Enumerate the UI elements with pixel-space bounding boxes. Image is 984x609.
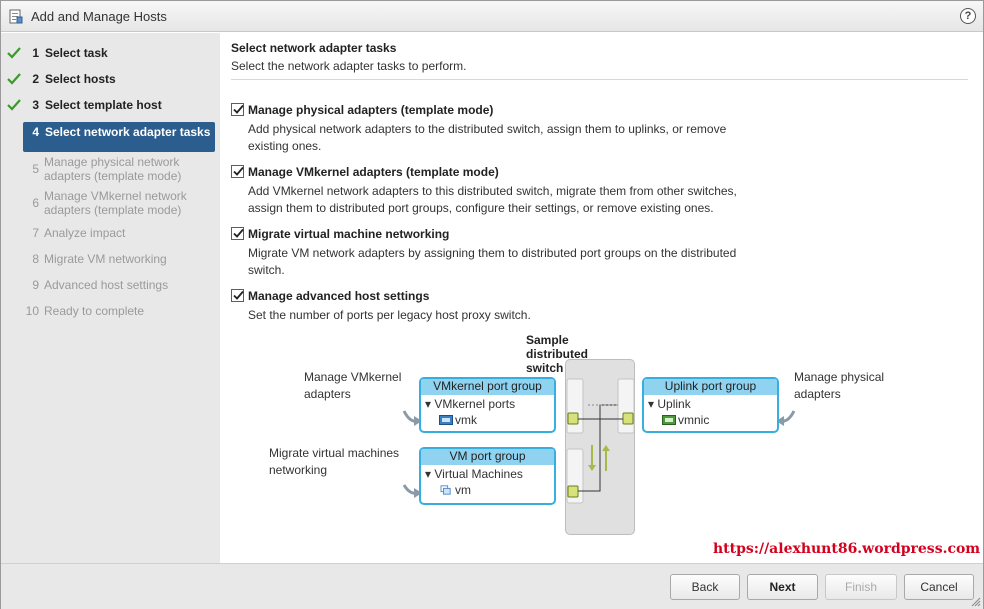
check-icon bbox=[7, 73, 21, 85]
step-label: Advanced host settings bbox=[44, 278, 169, 292]
collapse-triangle-icon: ▾ bbox=[425, 397, 432, 411]
wizard-icon bbox=[9, 9, 23, 24]
watermark-url: https://alexhunt86.wordpress.com bbox=[713, 541, 981, 557]
vmkernel-port-group-header: VMkernel port group bbox=[421, 379, 554, 395]
step-number: 4 bbox=[32, 125, 39, 139]
title-bar: Add and Manage Hosts ? bbox=[1, 1, 983, 32]
check-icon bbox=[7, 47, 21, 59]
step-label: Select task bbox=[45, 46, 108, 60]
step-label: Select template host bbox=[45, 98, 162, 112]
virtual-machines-label: Virtual Machines bbox=[434, 467, 523, 481]
vm-label: vm bbox=[455, 483, 471, 497]
vmnic-label: vmnic bbox=[678, 413, 710, 427]
vm-port-group-header: VM port group bbox=[421, 449, 554, 465]
check-icon bbox=[7, 99, 21, 111]
step-label: Manage VMkernel network adapters (templa… bbox=[44, 189, 187, 217]
uplink-port-group[interactable]: Uplink port group ▾ Uplink vmnic bbox=[642, 377, 779, 433]
step-label: Select network adapter tasks bbox=[45, 125, 211, 139]
uplink-port-group-header: Uplink port group bbox=[644, 379, 777, 395]
step-label: Analyze impact bbox=[44, 226, 126, 240]
vm-item: vm bbox=[439, 483, 471, 497]
vmk-label: vmk bbox=[455, 413, 477, 427]
step-label: Migrate VM networking bbox=[44, 252, 167, 266]
window-title: Add and Manage Hosts bbox=[31, 9, 167, 24]
main-content: Select network adapter tasks Select the … bbox=[220, 33, 983, 563]
vmnic-item: vmnic bbox=[662, 413, 709, 427]
step-number: 5 bbox=[32, 162, 39, 176]
wizard-footer: Back Next Finish Cancel bbox=[1, 563, 983, 609]
vmkernel-ports-row: ▾ VMkernel ports bbox=[425, 397, 515, 411]
vm-port-group[interactable]: VM port group ▾ Virtual Machines vm bbox=[419, 447, 556, 505]
step-number: 1 bbox=[32, 46, 39, 60]
vmkernel-adapter-icon bbox=[439, 415, 453, 425]
step-number: 9 bbox=[32, 278, 39, 292]
step-label: Manage physical network adapters (templa… bbox=[44, 155, 182, 183]
step-number: 8 bbox=[32, 252, 39, 266]
step-number: 7 bbox=[32, 226, 39, 240]
vmk-item: vmk bbox=[439, 413, 477, 427]
collapse-triangle-icon: ▾ bbox=[425, 467, 432, 481]
step-number: 2 bbox=[32, 72, 39, 86]
uplink-row: ▾ Uplink bbox=[648, 397, 691, 411]
next-button[interactable]: Next bbox=[747, 574, 818, 600]
physical-nic-icon bbox=[662, 415, 676, 425]
step-number: 3 bbox=[32, 98, 39, 112]
add-manage-hosts-dialog: Add and Manage Hosts ? 1 Select task 2 S… bbox=[0, 0, 984, 609]
step-label: Select hosts bbox=[45, 72, 116, 86]
wizard-steps-nav: 1 Select task 2 Select hosts 3 Select te… bbox=[1, 33, 220, 563]
cancel-button[interactable]: Cancel bbox=[904, 574, 974, 600]
step-label: Ready to complete bbox=[44, 304, 145, 318]
uplink-label: Uplink bbox=[657, 397, 691, 411]
help-icon[interactable]: ? bbox=[960, 8, 976, 24]
vmkernel-port-group[interactable]: VMkernel port group ▾ VMkernel ports vmk bbox=[419, 377, 556, 433]
diagram-connectors bbox=[402, 378, 796, 504]
collapse-triangle-icon: ▾ bbox=[648, 397, 655, 411]
virtual-machine-icon bbox=[440, 485, 451, 495]
step-number: 10 bbox=[25, 304, 39, 318]
vmkernel-ports-label: VMkernel ports bbox=[434, 397, 516, 411]
resize-grip-icon[interactable] bbox=[971, 597, 981, 607]
virtual-machines-row: ▾ Virtual Machines bbox=[425, 467, 523, 481]
finish-button[interactable]: Finish bbox=[825, 574, 897, 600]
back-button[interactable]: Back bbox=[670, 574, 740, 600]
step-number: 6 bbox=[32, 196, 39, 210]
